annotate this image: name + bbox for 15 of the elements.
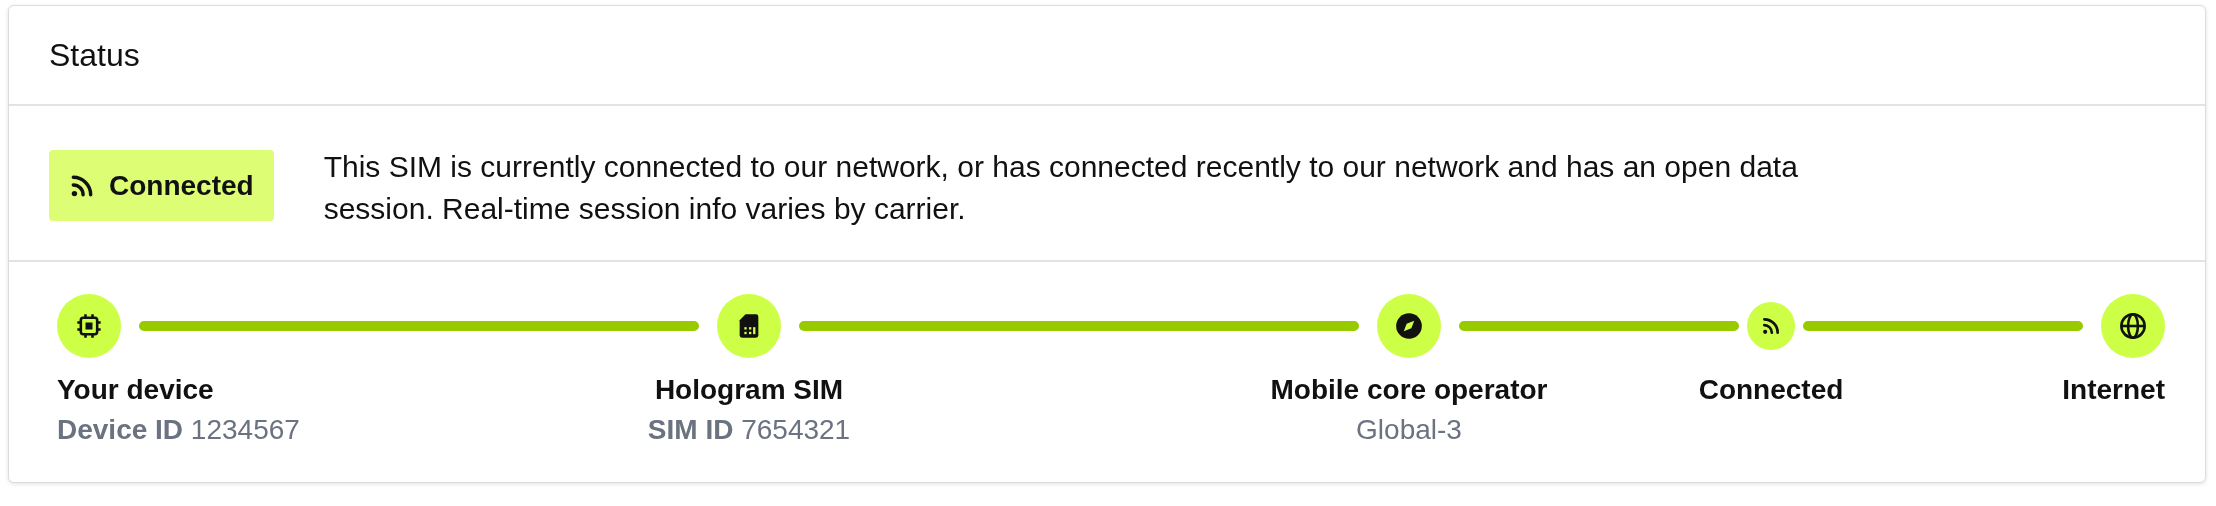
chip-icon	[75, 312, 103, 340]
node-label: Mobile core operator	[1270, 374, 1548, 406]
node-label: Internet	[2062, 374, 2165, 406]
node-id: Global-3	[1356, 414, 1462, 446]
card-title: Status	[49, 36, 140, 74]
node-id: Device ID 1234567	[57, 414, 300, 446]
node-label: Connected	[1698, 374, 1844, 406]
status-badge: Connected	[49, 150, 274, 221]
node-id: SIM ID 7654321	[647, 414, 851, 446]
signal-icon	[1761, 316, 1781, 336]
status-description: This SIM is currently connected to our network, or has connected recently to our network and has an open data session. Real-time session info varies by carrier.	[323, 149, 1799, 227]
globe-icon	[2119, 312, 2147, 340]
node-label: Your device	[57, 374, 214, 406]
compass-icon	[1395, 312, 1423, 340]
node-label: Hologram SIM	[654, 374, 844, 406]
